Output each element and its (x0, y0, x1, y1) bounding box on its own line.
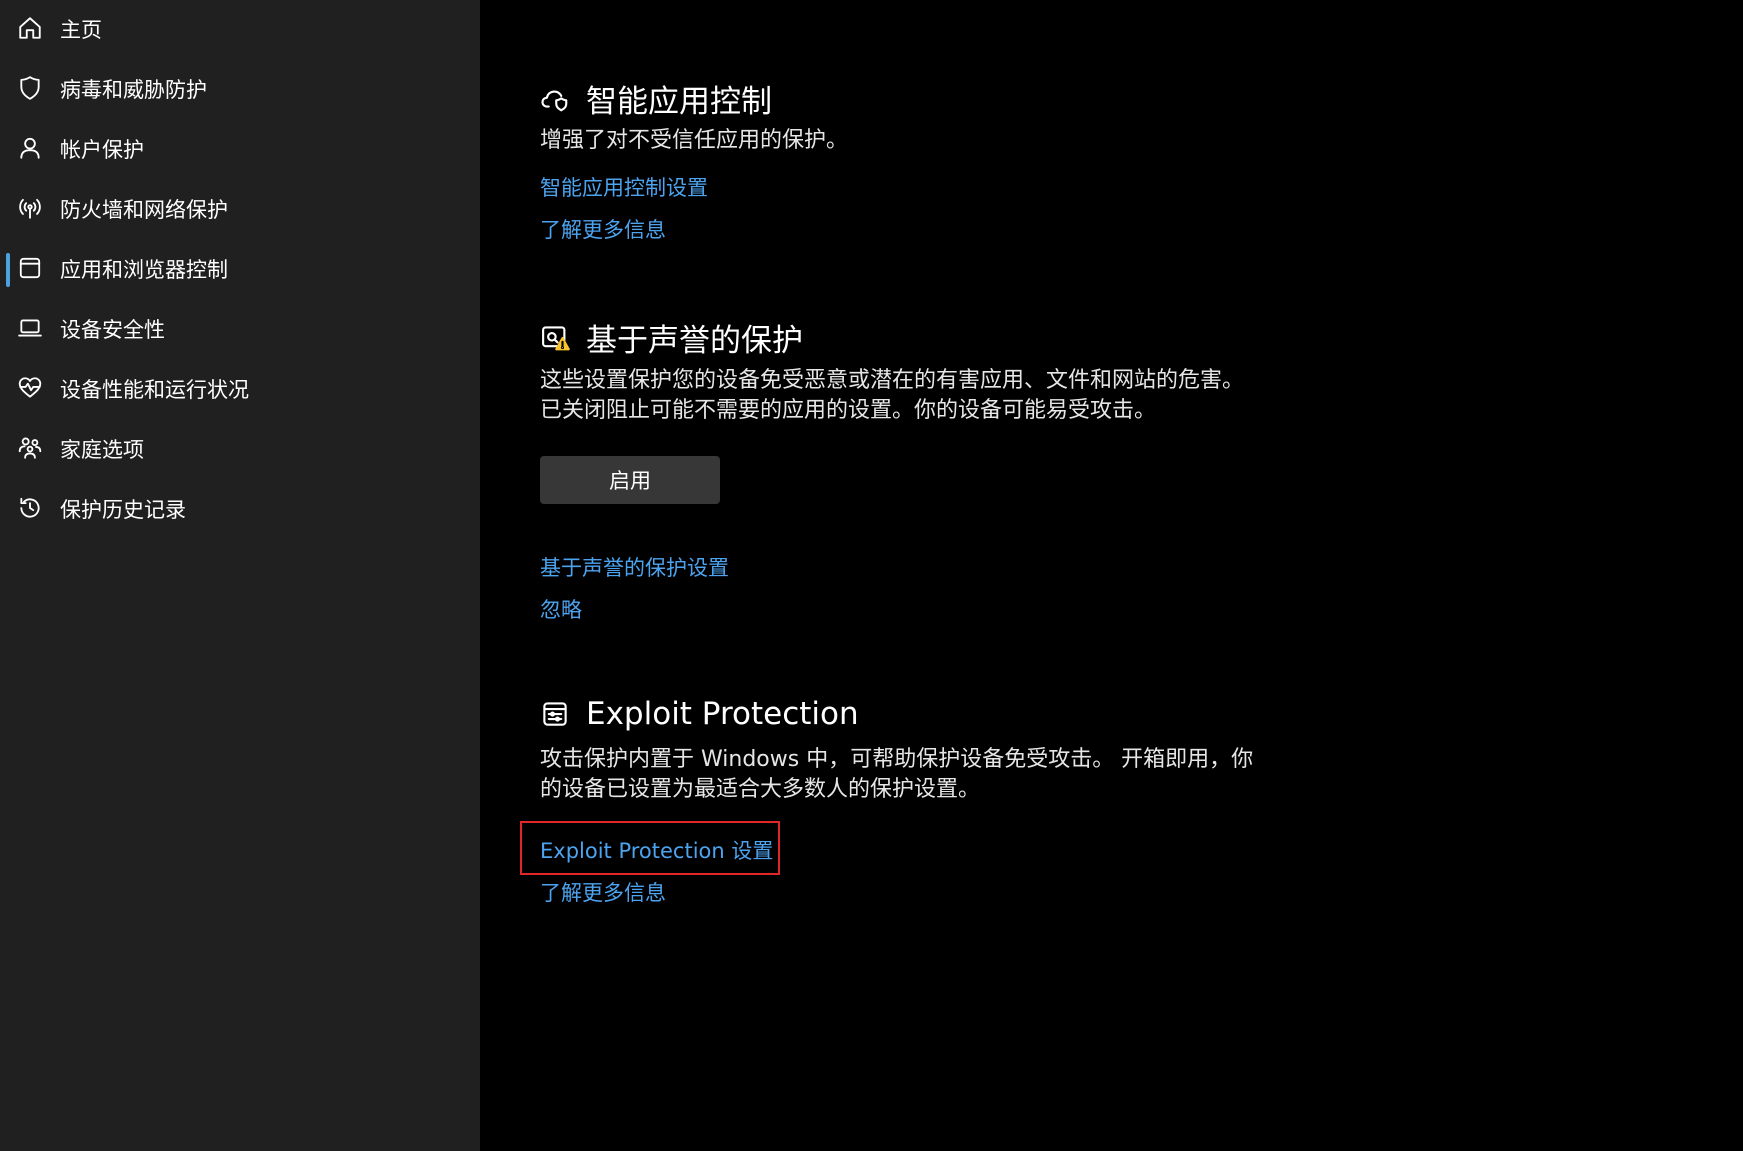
section-title: 基于声誉的保护 (586, 323, 803, 359)
enable-button[interactable]: 启用 (540, 456, 720, 504)
person-icon (17, 135, 43, 161)
smart-app-control-learn-more-link[interactable]: 了解更多信息 (540, 214, 666, 244)
main-content: 智能应用控制 增强了对不受信任应用的保护。 智能应用控制设置 了解更多信息 基于… (480, 0, 1743, 1151)
cloud-shield-icon (540, 84, 570, 114)
exploit-protection-learn-more-link[interactable]: 了解更多信息 (540, 877, 666, 907)
section-title: Exploit Protection (586, 696, 859, 732)
description-line: 的设备已设置为最适合大多数人的保护设置。 (540, 777, 981, 802)
exploit-protection-header: Exploit Protection (540, 696, 859, 732)
description-line: 攻击保护内置于 Windows 中，可帮助保护设备免受攻击。 开箱即用，你 (540, 747, 1254, 772)
section-description: 这些设置保护您的设备免受恶意或潜在的有害应用、文件和网站的危害。 已关闭阻止可能… (540, 366, 1280, 426)
reputation-protection-settings-link[interactable]: 基于声誉的保护设置 (540, 552, 729, 582)
laptop-icon (17, 315, 43, 341)
sidebar-item-label: 帐户保护 (60, 138, 144, 162)
sidebar-item-family-options[interactable]: 家庭选项 (0, 420, 480, 480)
section-description: 增强了对不受信任应用的保护。 (540, 128, 849, 153)
sidebar-item-label: 防火墙和网络保护 (60, 198, 228, 222)
sidebar-item-label: 病毒和威胁防护 (60, 78, 207, 102)
sidebar-item-device-security[interactable]: 设备安全性 (0, 300, 480, 360)
smart-app-control-header: 智能应用控制 (540, 76, 772, 121)
sidebar-item-label: 主页 (60, 18, 102, 42)
shield-icon (17, 75, 43, 101)
windows-security-window: 主页 病毒和威胁防护 帐户保护 防火墙和网络保护 应用和浏览器控制 设备安全性 … (0, 0, 1743, 1151)
sidebar-item-label: 设备性能和运行状况 (60, 378, 249, 402)
sidebar-item-label: 设备安全性 (60, 318, 165, 342)
sidebar: 主页 病毒和威胁防护 帐户保护 防火墙和网络保护 应用和浏览器控制 设备安全性 … (0, 0, 480, 1151)
sidebar-item-home[interactable]: 主页 (0, 0, 480, 60)
sidebar-item-app-browser-control[interactable]: 应用和浏览器控制 (0, 240, 480, 300)
section-title: 智能应用控制 (586, 84, 772, 120)
sidebar-item-protection-history[interactable]: 保护历史记录 (0, 480, 480, 540)
sidebar-item-account-protection[interactable]: 帐户保护 (0, 120, 480, 180)
exploit-protection-settings-link[interactable]: Exploit Protection 设置 (540, 835, 773, 865)
app-window-icon (17, 255, 43, 281)
sidebar-item-label: 应用和浏览器控制 (60, 258, 228, 282)
section-description: 攻击保护内置于 Windows 中，可帮助保护设备免受攻击。 开箱即用，你 的设… (540, 745, 1280, 805)
heart-pulse-icon (17, 375, 43, 401)
sidebar-item-virus-protection[interactable]: 病毒和威胁防护 (0, 60, 480, 120)
history-icon (17, 495, 43, 521)
home-icon (17, 15, 43, 41)
sidebar-item-label: 家庭选项 (60, 438, 144, 462)
sidebar-item-device-performance[interactable]: 设备性能和运行状况 (0, 360, 480, 420)
description-line: 这些设置保护您的设备免受恶意或潜在的有害应用、文件和网站的危害。 (540, 368, 1245, 393)
description-line: 已关闭阻止可能不需要的应用的设置。你的设备可能易受攻击。 (540, 398, 1157, 423)
sidebar-item-firewall[interactable]: 防火墙和网络保护 (0, 180, 480, 240)
family-icon (17, 435, 43, 461)
exploit-settings-icon (540, 699, 570, 729)
smart-app-control-settings-link[interactable]: 智能应用控制设置 (540, 172, 708, 202)
active-indicator (6, 253, 10, 287)
reputation-warning-icon (540, 323, 570, 353)
wifi-signal-icon (17, 195, 43, 221)
reputation-protection-header: 基于声誉的保护 (540, 315, 803, 360)
sidebar-item-label: 保护历史记录 (60, 498, 186, 522)
dismiss-link[interactable]: 忽略 (540, 594, 582, 624)
